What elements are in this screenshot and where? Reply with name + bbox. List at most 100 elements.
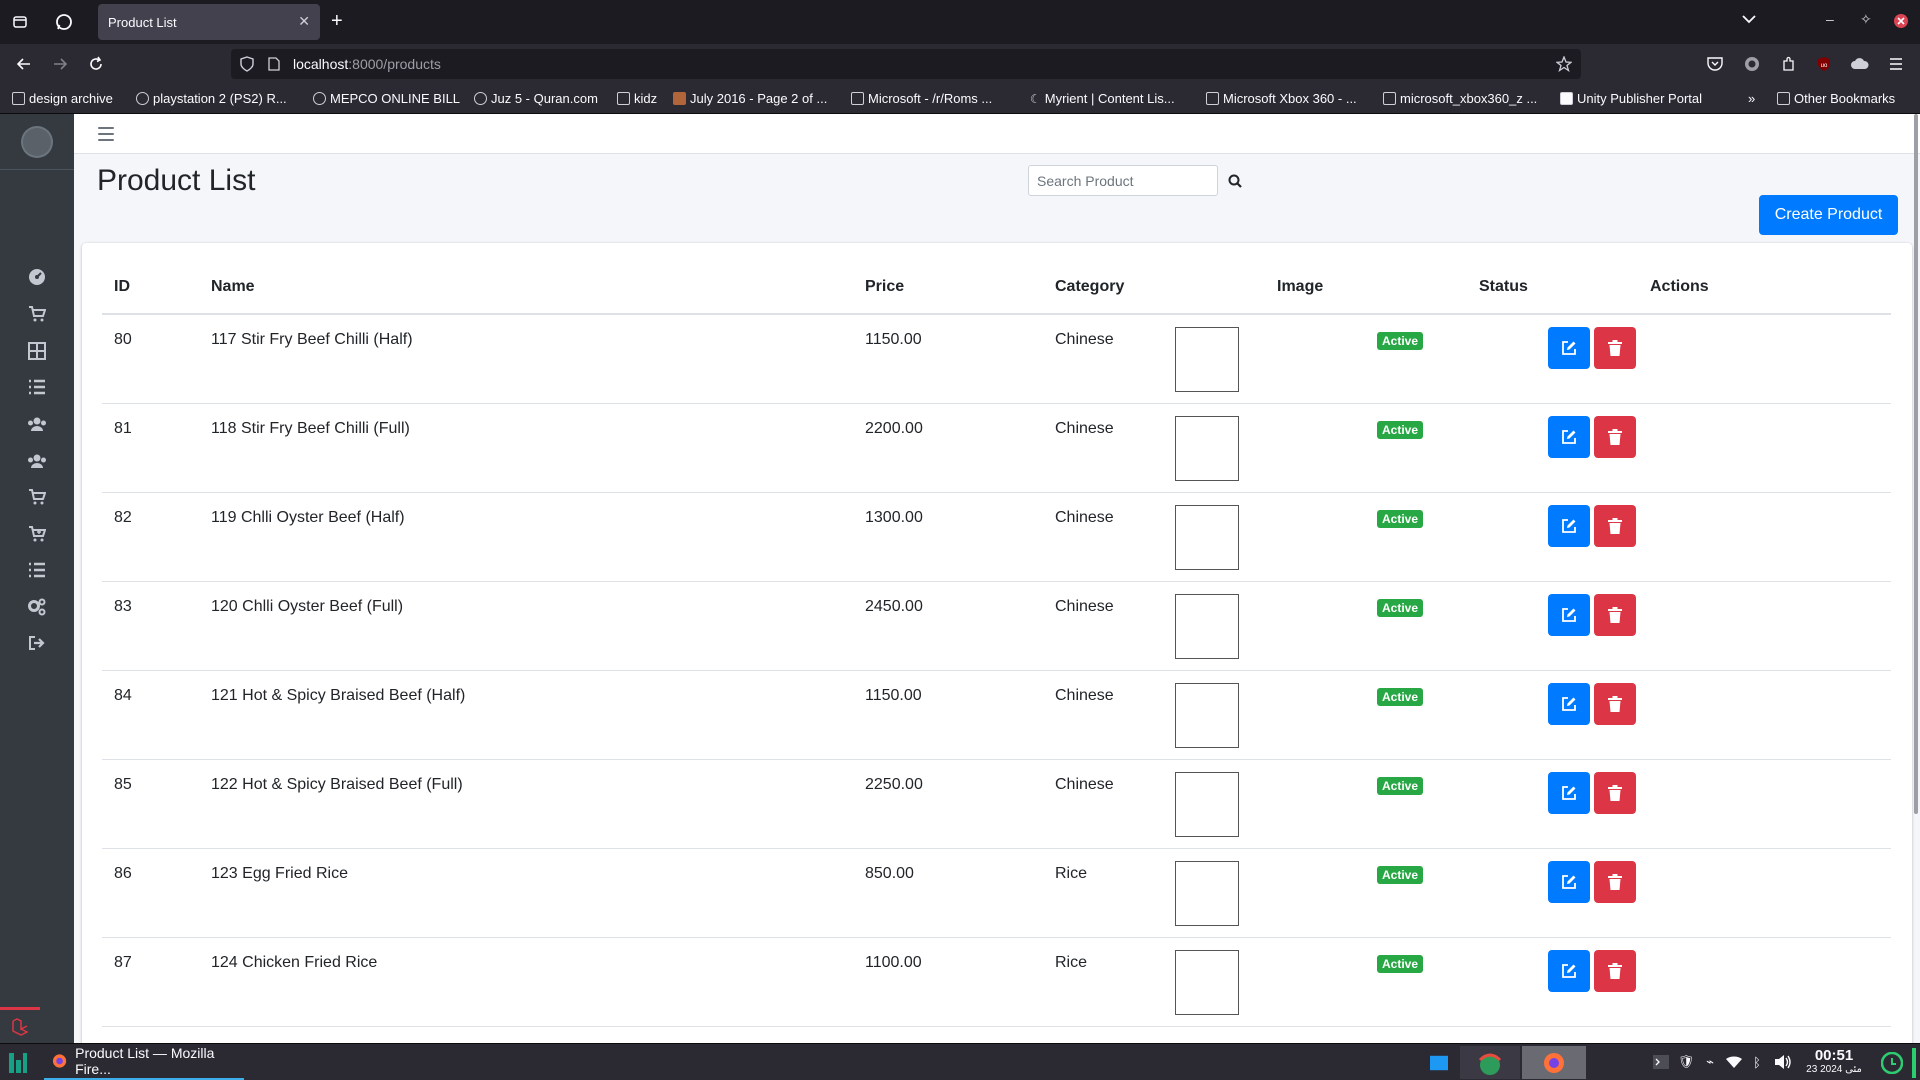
table-row: 85 122 Hot & Spicy Braised Beef (Full) 225… xyxy=(102,760,1891,849)
edit-button[interactable] xyxy=(1548,327,1590,369)
terminal-icon[interactable] xyxy=(1652,1053,1670,1071)
other-bookmarks[interactable]: Other Bookmarks xyxy=(1777,91,1895,106)
svg-text:uo: uo xyxy=(1821,63,1828,69)
bookmark-item[interactable]: microsoft_xbox360_z ... xyxy=(1383,91,1537,106)
delete-button[interactable] xyxy=(1594,416,1636,458)
cart-icon[interactable] xyxy=(26,303,48,325)
laravel-icon[interactable] xyxy=(0,1007,40,1043)
bookmark-item[interactable]: Microsoft Xbox 360 - ... xyxy=(1206,91,1357,106)
tab-close-icon[interactable]: ✕ xyxy=(298,13,310,30)
maximize-icon[interactable]: ✧ xyxy=(1860,11,1872,28)
status-badge: Active xyxy=(1377,866,1424,884)
cell-price: 2250.00 xyxy=(865,776,923,793)
desktop-pager-icon[interactable] xyxy=(1430,1054,1448,1072)
hamburger-menu-icon[interactable] xyxy=(98,127,114,141)
edit-button[interactable] xyxy=(1548,772,1590,814)
search-icon[interactable] xyxy=(1224,170,1246,192)
delete-button[interactable] xyxy=(1594,594,1636,636)
bookmark-item[interactable]: playstation 2 (PS2) R... xyxy=(136,91,287,106)
taskbar-app-preview[interactable] xyxy=(1460,1046,1520,1079)
delete-button[interactable] xyxy=(1594,772,1636,814)
security-icon[interactable]: 🛡 xyxy=(1677,1053,1695,1071)
cell-price: 1150.00 xyxy=(865,687,922,704)
page-scrollbar[interactable] xyxy=(1914,114,1918,814)
forward-icon[interactable] xyxy=(49,53,71,75)
edit-button[interactable] xyxy=(1548,861,1590,903)
cell-price: 2200.00 xyxy=(865,420,923,437)
menu-icon[interactable] xyxy=(1886,54,1906,74)
table-row: 81 118 Stir Fry Beef Chilli (Full) 2200.00… xyxy=(102,404,1891,493)
minimize-icon[interactable]: – xyxy=(1826,11,1834,27)
grid-icon[interactable] xyxy=(26,340,48,362)
new-tab-icon[interactable]: + xyxy=(331,10,343,32)
list-icon[interactable] xyxy=(26,559,48,581)
settings-icon[interactable] xyxy=(26,596,48,618)
cell-id: 82 xyxy=(114,509,132,526)
tab-product-list[interactable]: Product List ✕ xyxy=(98,4,320,40)
bookmark-item[interactable]: July 2016 - Page 2 of ... xyxy=(673,91,827,106)
cart-plus-icon[interactable] xyxy=(26,523,48,545)
product-image xyxy=(1175,327,1239,392)
pocket-icon[interactable] xyxy=(1705,54,1725,74)
bookmark-item[interactable]: design archive xyxy=(12,91,113,106)
page-info-icon[interactable] xyxy=(266,56,282,72)
delete-button[interactable] xyxy=(1594,327,1636,369)
ublock-icon[interactable]: uo xyxy=(1814,54,1834,74)
delete-button[interactable] xyxy=(1594,950,1636,992)
users-icon[interactable] xyxy=(26,450,48,472)
bookmark-item[interactable]: Microsoft - /r/Roms ... xyxy=(851,91,992,106)
logout-icon[interactable] xyxy=(26,632,48,654)
account-icon[interactable] xyxy=(1742,54,1762,74)
bookmark-star-icon[interactable] xyxy=(1556,56,1572,72)
bookmark-item[interactable]: MEPCO ONLINE BILL xyxy=(313,91,460,106)
whatsapp-tab-icon[interactable] xyxy=(54,12,74,32)
edit-button[interactable] xyxy=(1548,950,1590,992)
tab-list-icon[interactable] xyxy=(10,12,30,32)
bookmark-item[interactable]: ☾ Myrient | Content Lis... xyxy=(1030,91,1175,106)
cloud-extension-icon[interactable] xyxy=(1850,54,1870,74)
list-icon[interactable] xyxy=(26,376,48,398)
bookmarks-overflow-icon[interactable]: » xyxy=(1748,91,1755,106)
bookmark-item[interactable]: kidz xyxy=(617,91,657,106)
trash-icon xyxy=(1608,963,1622,979)
bookmark-item[interactable]: Juz 5 - Quran.com xyxy=(474,91,598,106)
back-icon[interactable] xyxy=(13,53,35,75)
edit-button[interactable] xyxy=(1548,416,1590,458)
bookmark-item[interactable]: Unity Publisher Portal xyxy=(1560,91,1702,106)
cell-name: 117 Stir Fry Beef Chilli (Half) xyxy=(211,331,413,348)
url-bar[interactable]: localhost:8000/products xyxy=(231,49,1581,79)
taskbar-firefox-window[interactable]: Product List — Mozilla Fire... xyxy=(44,1044,244,1080)
tab-title: Product List xyxy=(108,14,177,30)
delete-button[interactable] xyxy=(1594,505,1636,547)
top-navbar xyxy=(74,114,1920,154)
dashboard-icon[interactable] xyxy=(26,266,48,288)
create-product-button[interactable]: Create Product xyxy=(1759,195,1898,235)
edit-button[interactable] xyxy=(1548,594,1590,636)
attachment-icon[interactable]: ⌁ xyxy=(1701,1053,1719,1071)
edit-button[interactable] xyxy=(1548,505,1590,547)
cell-name: 119 Chlli Oyster Beef (Half) xyxy=(211,509,405,526)
close-window-icon[interactable] xyxy=(1893,13,1909,32)
reload-icon[interactable] xyxy=(85,53,107,75)
edit-button[interactable] xyxy=(1548,683,1590,725)
taskbar-firefox-launcher[interactable] xyxy=(1522,1046,1586,1079)
bluetooth-icon[interactable]: ᛒ xyxy=(1748,1053,1766,1071)
app-launcher-icon[interactable] xyxy=(8,1052,28,1074)
brand[interactable] xyxy=(0,114,74,170)
volume-icon[interactable] xyxy=(1774,1053,1792,1071)
tab-overflow-icon[interactable] xyxy=(1742,11,1756,27)
edit-icon xyxy=(1562,697,1576,711)
cell-name: 120 Chlli Oyster Beef (Full) xyxy=(211,598,404,615)
table-row: 87 124 Chicken Fried Rice 1100.00 Rice Activ… xyxy=(102,938,1891,1027)
update-icon[interactable] xyxy=(1881,1052,1903,1074)
cart-icon[interactable] xyxy=(26,486,48,508)
extensions-icon[interactable] xyxy=(1779,54,1799,74)
search-input[interactable] xyxy=(1028,165,1218,196)
column-header-id: ID xyxy=(114,278,130,295)
delete-button[interactable] xyxy=(1594,683,1636,725)
clock[interactable]: 00:51 23 مئی 2024 xyxy=(1804,1047,1864,1075)
shield-icon[interactable] xyxy=(239,56,255,72)
users-icon[interactable] xyxy=(26,413,48,435)
delete-button[interactable] xyxy=(1594,861,1636,903)
wifi-icon[interactable] xyxy=(1725,1053,1743,1071)
